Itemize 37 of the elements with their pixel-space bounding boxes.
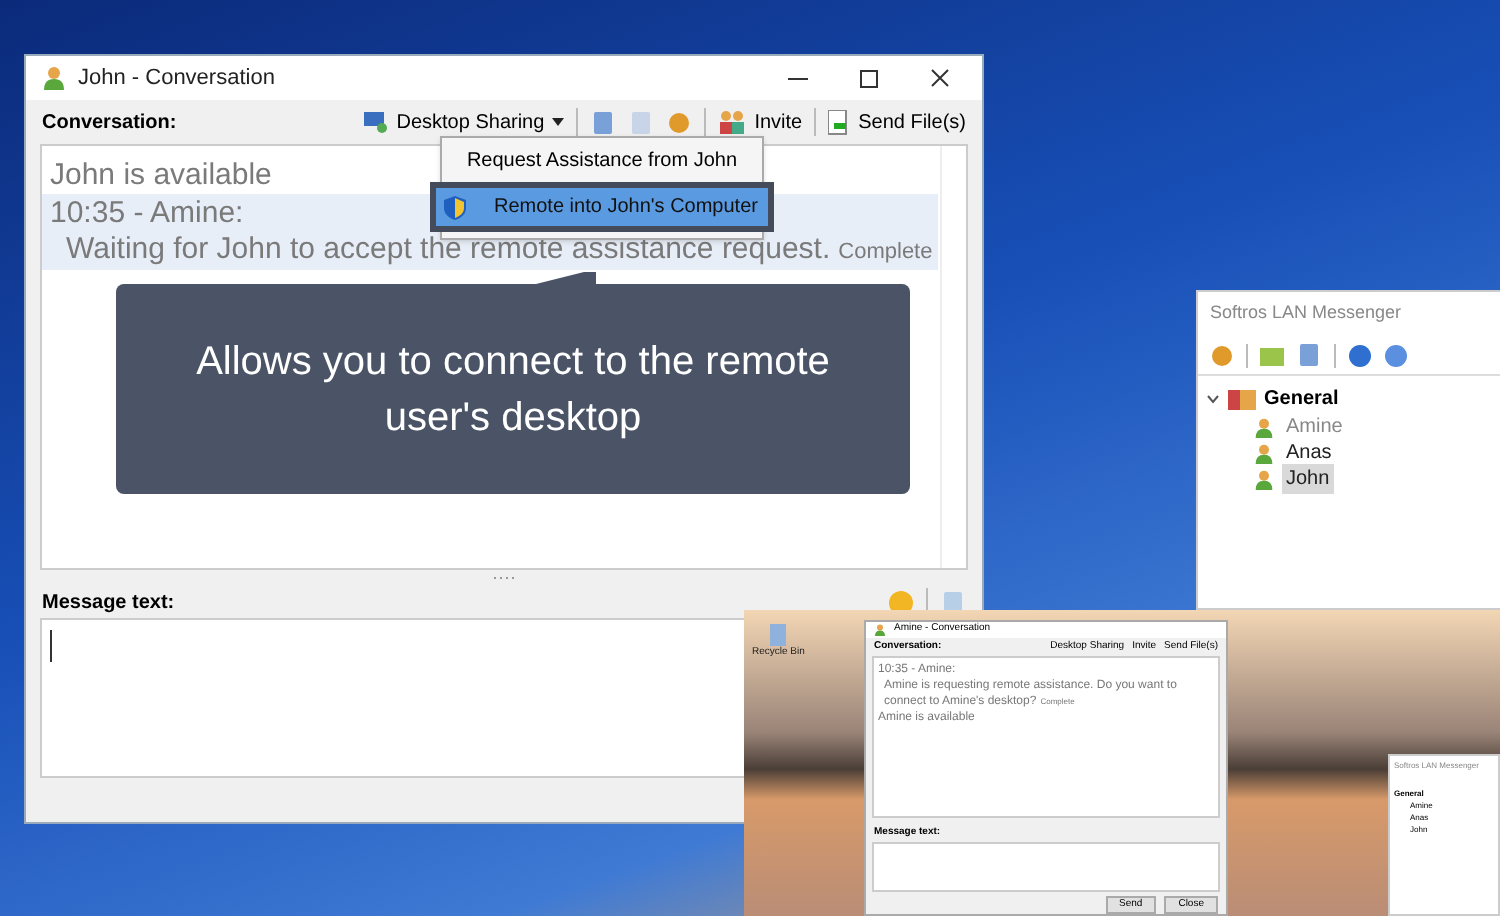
people-icon (718, 110, 747, 134)
recycle-bin-icon[interactable] (766, 622, 791, 646)
message-text-label: Message text: (42, 589, 175, 617)
group-name[interactable]: General (1264, 384, 1339, 414)
person-icon (1254, 443, 1274, 463)
close-icon[interactable] (930, 68, 950, 88)
expand-caret-icon[interactable] (1206, 392, 1220, 406)
desktop-sharing-button[interactable]: Desktop Sharing (364, 107, 565, 137)
person-icon (1254, 469, 1274, 489)
contact-name[interactable]: Amine (1282, 412, 1347, 442)
message-line: Waiting for John to accept the remote assistance request. Complete (66, 232, 933, 270)
conversation-label: Conversation: (42, 109, 177, 137)
message-input[interactable] (872, 842, 1220, 891)
person-icon (1254, 417, 1274, 437)
message-line: John is available (50, 157, 272, 193)
send-files-button[interactable]: Send File(s) (828, 107, 966, 137)
shield-icon (444, 195, 466, 219)
caret-icon (552, 118, 565, 126)
messenger-title: Softros LAN Messenger (1210, 300, 1402, 327)
contact-name[interactable]: Anas (1282, 438, 1336, 468)
message-input[interactable] (40, 618, 744, 778)
contact-name[interactable]: John (1282, 464, 1334, 494)
callout-pointer (536, 272, 596, 284)
menu-item[interactable]: Remote into John's Computer (436, 188, 768, 226)
menu-item[interactable]: Request Assistance from John (442, 142, 762, 180)
invite-button[interactable]: Invite (718, 107, 803, 137)
folder-icon[interactable] (1260, 344, 1284, 366)
message-line: 10:35 - Amine: (50, 195, 244, 231)
minimize-icon[interactable] (788, 77, 808, 79)
group-icon (1228, 388, 1256, 410)
window-title: John - Conversation (78, 63, 275, 94)
maximize-icon[interactable] (860, 69, 878, 87)
person-icon (42, 66, 66, 90)
document-arrow-icon (828, 109, 851, 135)
person-icon (874, 624, 886, 637)
callout-tooltip: Allows you to connect to the remote user's desktop (116, 284, 910, 494)
monitor-icon (364, 110, 389, 134)
